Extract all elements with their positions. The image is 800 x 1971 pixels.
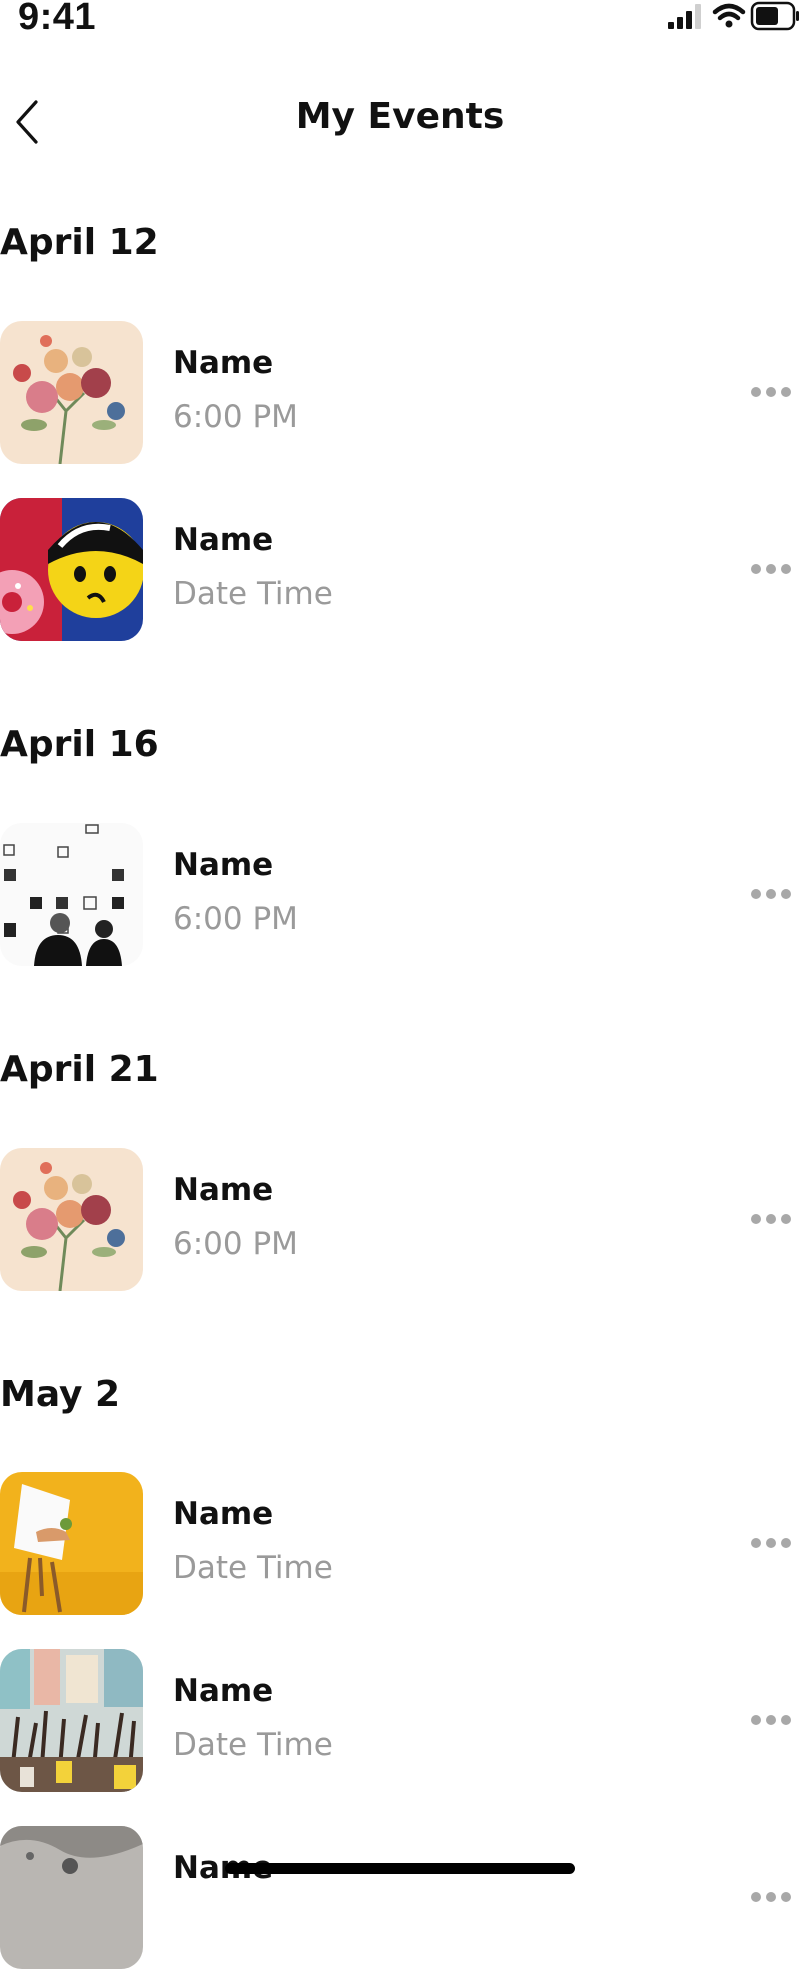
date-heading: April 21 xyxy=(0,1049,159,1090)
event-thumbnail xyxy=(0,498,143,641)
more-options-button[interactable] xyxy=(748,558,794,582)
more-options-button[interactable] xyxy=(748,381,794,405)
more-horizontal-icon xyxy=(751,1892,761,1902)
event-name: Name xyxy=(173,1673,274,1709)
cellular-signal-icon xyxy=(668,4,701,29)
event-time: Date Time xyxy=(173,1550,333,1586)
more-options-button[interactable] xyxy=(748,1709,794,1733)
event-name: Name xyxy=(173,1172,274,1208)
wifi-icon xyxy=(712,3,746,28)
event-thumbnail xyxy=(0,823,143,966)
event-row[interactable]: Name Date Time xyxy=(0,1472,800,1617)
event-row[interactable]: Name xyxy=(0,1826,800,1971)
more-horizontal-icon xyxy=(751,387,761,397)
more-horizontal-icon xyxy=(751,889,761,899)
status-bar: 9:41 xyxy=(0,0,800,40)
event-row[interactable]: Name 6:00 PM xyxy=(0,823,800,968)
more-horizontal-icon xyxy=(751,564,761,574)
event-name: Name xyxy=(173,1496,274,1532)
event-time: Date Time xyxy=(173,1727,333,1763)
more-options-button[interactable] xyxy=(748,1208,794,1232)
more-horizontal-icon xyxy=(751,1715,761,1725)
event-row[interactable]: Name Date Time xyxy=(0,498,800,643)
more-horizontal-icon xyxy=(751,1214,761,1224)
event-thumbnail xyxy=(0,1472,143,1615)
more-options-button[interactable] xyxy=(748,883,794,907)
date-heading: April 16 xyxy=(0,724,159,765)
event-thumbnail xyxy=(0,321,143,464)
event-name: Name xyxy=(173,847,274,883)
event-time: 6:00 PM xyxy=(173,399,298,435)
event-time: 6:00 PM xyxy=(173,901,298,937)
event-row[interactable]: Name 6:00 PM xyxy=(0,321,800,466)
event-row[interactable]: Name 6:00 PM xyxy=(0,1148,800,1293)
event-row[interactable]: Name Date Time xyxy=(0,1649,800,1794)
event-thumbnail xyxy=(0,1649,143,1792)
date-heading: April 12 xyxy=(0,222,159,263)
status-time: 9:41 xyxy=(18,0,97,38)
date-heading: May 2 xyxy=(0,1374,121,1415)
status-icons xyxy=(630,0,800,36)
event-name: Name xyxy=(173,345,274,381)
more-horizontal-icon xyxy=(751,1538,761,1548)
event-name: Name xyxy=(173,522,274,558)
event-time: Date Time xyxy=(173,576,333,612)
page-title: My Events xyxy=(295,96,505,137)
battery-icon xyxy=(750,1,799,31)
more-options-button[interactable] xyxy=(748,1886,794,1910)
event-thumbnail xyxy=(0,1148,143,1291)
event-time: 6:00 PM xyxy=(173,1226,298,1262)
more-options-button[interactable] xyxy=(748,1532,794,1556)
navigation-bar: My Events xyxy=(0,92,800,152)
home-indicator xyxy=(225,1863,575,1874)
event-thumbnail xyxy=(0,1826,143,1969)
